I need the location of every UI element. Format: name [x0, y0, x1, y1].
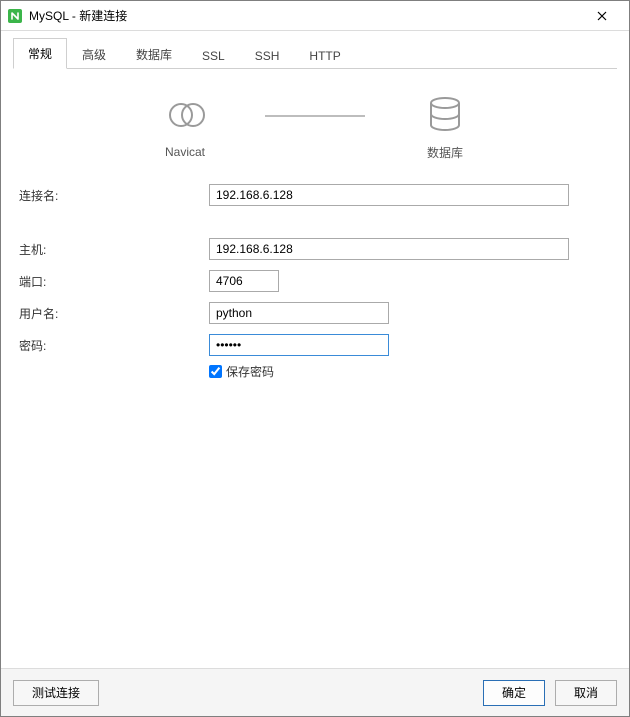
label-connection-name: 连接名:: [19, 187, 209, 204]
tab-ssl[interactable]: SSL: [187, 42, 240, 69]
cancel-button[interactable]: 取消: [555, 680, 617, 706]
label-port: 端口:: [19, 273, 209, 290]
input-connection-name[interactable]: [209, 184, 569, 206]
input-password[interactable]: [209, 334, 389, 356]
diagram-node-navicat: Navicat: [125, 93, 245, 159]
navicat-icon: [163, 93, 207, 137]
row-password: 密码:: [19, 331, 611, 359]
close-icon: [597, 11, 607, 21]
tab-http[interactable]: HTTP: [294, 42, 355, 69]
tab-bar: 常规 高级 数据库 SSL SSH HTTP: [13, 41, 617, 69]
diagram-node-database: 数据库: [385, 92, 505, 161]
row-host: 主机:: [19, 235, 611, 263]
window-title: MySQL - 新建连接: [29, 7, 579, 24]
dialog-content: 常规 高级 数据库 SSL SSH HTTP Navicat: [1, 31, 629, 668]
input-username[interactable]: [209, 302, 389, 324]
label-save-password: 保存密码: [226, 363, 274, 380]
app-icon: [7, 8, 23, 24]
label-username: 用户名:: [19, 305, 209, 322]
connection-diagram: Navicat 数据库: [13, 81, 617, 171]
tab-ssh[interactable]: SSH: [240, 42, 295, 69]
form: 连接名: 主机: 端口: 用户名: 密码: 保存密码: [13, 181, 617, 380]
test-connection-button[interactable]: 测试连接: [13, 680, 99, 706]
diagram-label-right: 数据库: [427, 144, 463, 161]
tab-database[interactable]: 数据库: [121, 39, 187, 69]
close-button[interactable]: [579, 1, 625, 31]
row-port: 端口:: [19, 267, 611, 295]
checkbox-save-password[interactable]: [209, 365, 222, 378]
input-port[interactable]: [209, 270, 279, 292]
dialog-window: MySQL - 新建连接 常规 高级 数据库 SSL SSH HTTP Navi…: [0, 0, 630, 717]
row-connection-name: 连接名:: [19, 181, 611, 209]
ok-button[interactable]: 确定: [483, 680, 545, 706]
input-host[interactable]: [209, 238, 569, 260]
titlebar: MySQL - 新建连接: [1, 1, 629, 31]
database-icon: [423, 92, 467, 136]
row-username: 用户名:: [19, 299, 611, 327]
label-password: 密码:: [19, 337, 209, 354]
tab-advanced[interactable]: 高级: [67, 39, 121, 69]
dialog-footer: 测试连接 确定 取消: [1, 668, 629, 716]
tab-general[interactable]: 常规: [13, 38, 67, 69]
diagram-label-left: Navicat: [165, 145, 205, 159]
label-host: 主机:: [19, 241, 209, 258]
row-save-password: 保存密码: [209, 363, 611, 380]
diagram-connector: [265, 115, 365, 117]
